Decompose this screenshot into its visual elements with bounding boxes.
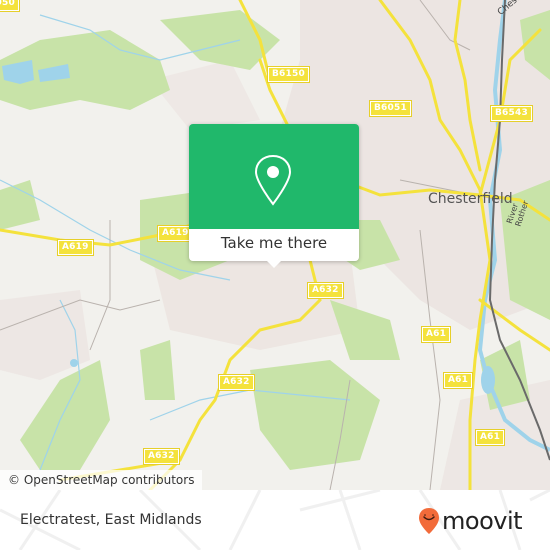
road-label-a61-south: A61 bbox=[474, 429, 506, 446]
place-label-chesterfield: Chesterfield bbox=[428, 191, 513, 207]
road-label-a61-mid: A61 bbox=[442, 372, 474, 389]
moovit-logo[interactable]: moovit bbox=[418, 505, 523, 537]
road-label-a632-sw: A632 bbox=[143, 448, 180, 465]
map-pin-icon bbox=[254, 154, 292, 206]
location-name: Electratest, East Midlands bbox=[20, 512, 202, 528]
moovit-wordmark: moovit bbox=[442, 507, 523, 535]
take-me-there-button[interactable]: Take me there bbox=[189, 229, 359, 261]
location-popup[interactable]: Take me there bbox=[189, 124, 359, 268]
road-label-a632-south: A632 bbox=[218, 374, 255, 391]
road-label-a619-west: A619 bbox=[57, 239, 94, 256]
road-label-a619-east: A619 bbox=[157, 225, 194, 242]
popup-header bbox=[189, 124, 359, 229]
footer-bar: Electratest, East Midlands moovit bbox=[0, 490, 550, 550]
road-label-a632-north: A632 bbox=[307, 282, 344, 299]
popup-pointer bbox=[266, 260, 282, 268]
map-attribution[interactable]: © OpenStreetMap contributors bbox=[0, 470, 203, 490]
road-label-top-left: B6050 bbox=[0, 0, 20, 12]
road-label-b6051: B6051 bbox=[369, 100, 412, 117]
road-label-b6543: B6543 bbox=[490, 105, 533, 122]
road-label-a61-north: A61 bbox=[420, 326, 452, 343]
road-label-b6150: B6150 bbox=[267, 66, 310, 83]
moovit-pin-icon bbox=[419, 508, 439, 534]
